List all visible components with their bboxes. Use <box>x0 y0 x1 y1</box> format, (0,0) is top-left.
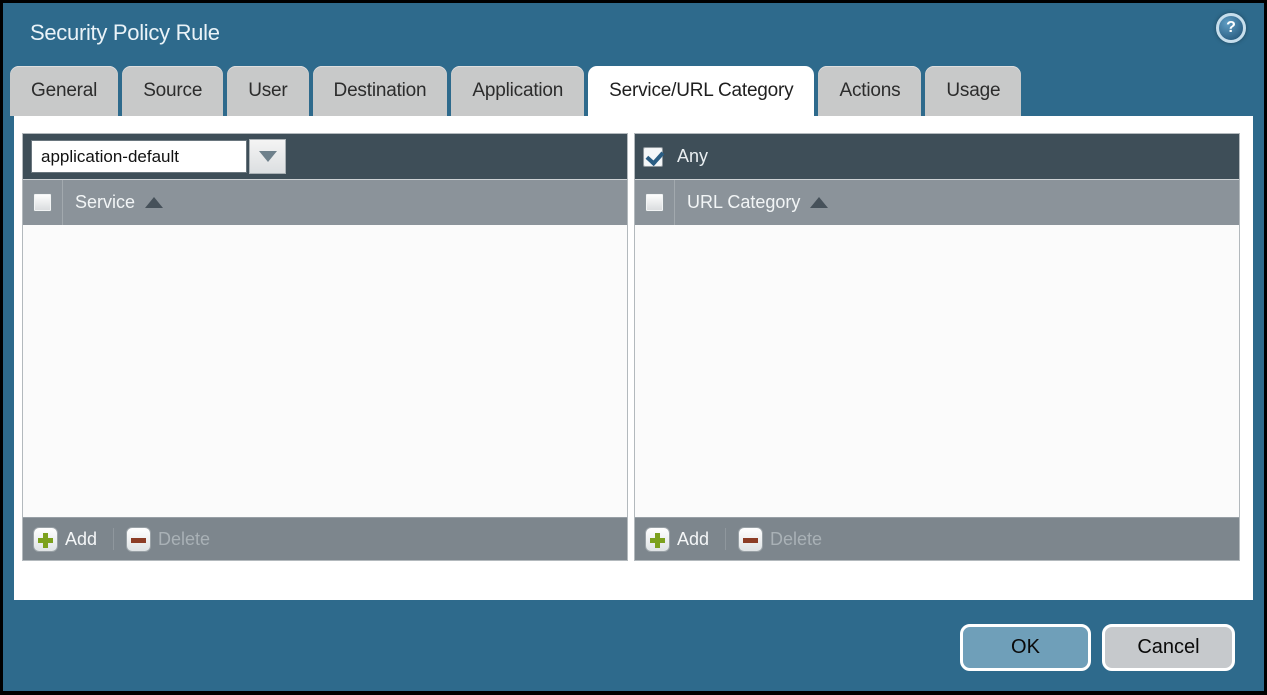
dialog-title: Security Policy Rule <box>30 3 220 63</box>
footer-separator <box>113 528 114 550</box>
service-panel: application-default Service <box>22 133 628 561</box>
service-type-dropdown[interactable]: application-default <box>31 139 286 174</box>
titlebar: Security Policy Rule ? <box>3 3 1264 65</box>
sort-asc-icon <box>145 197 163 208</box>
ok-button[interactable]: OK <box>960 624 1091 671</box>
tab-content-area: application-default Service <box>14 116 1253 600</box>
add-label: Add <box>65 529 97 550</box>
service-select-all-cell <box>23 180 63 225</box>
delete-icon <box>738 527 763 552</box>
delete-label: Delete <box>158 529 210 550</box>
url-category-add-button[interactable]: Add <box>645 527 709 552</box>
url-category-toolbar: Any <box>635 134 1239 179</box>
url-category-column-label: URL Category <box>687 192 800 213</box>
service-column-header[interactable]: Service <box>75 192 163 213</box>
any-checkbox[interactable] <box>643 147 663 167</box>
url-category-select-all-cell <box>635 180 675 225</box>
tab-application[interactable]: Application <box>451 66 584 116</box>
sort-asc-icon <box>810 197 828 208</box>
service-select-all-checkbox[interactable] <box>33 193 52 212</box>
tab-actions[interactable]: Actions <box>818 66 921 116</box>
dialog-background: Security Policy Rule ? General Source Us… <box>3 3 1264 691</box>
url-category-table-header: URL Category <box>635 179 1239 225</box>
service-footer: Add Delete <box>23 517 627 560</box>
chevron-down-icon <box>259 151 277 162</box>
url-category-table-body <box>635 225 1239 517</box>
service-table-header: Service <box>23 179 627 225</box>
tab-user[interactable]: User <box>227 66 308 116</box>
tab-destination[interactable]: Destination <box>313 66 448 116</box>
add-icon <box>645 527 670 552</box>
any-label: Any <box>677 146 708 167</box>
url-category-footer: Add Delete <box>635 517 1239 560</box>
add-icon <box>33 527 58 552</box>
service-delete-button[interactable]: Delete <box>126 527 210 552</box>
service-column-label: Service <box>75 192 135 213</box>
url-category-column-header[interactable]: URL Category <box>687 192 828 213</box>
security-policy-rule-dialog: Security Policy Rule ? General Source Us… <box>0 0 1267 695</box>
delete-icon <box>126 527 151 552</box>
cancel-button[interactable]: Cancel <box>1102 624 1235 671</box>
add-label: Add <box>677 529 709 550</box>
footer-separator <box>725 528 726 550</box>
service-type-value[interactable]: application-default <box>31 140 247 173</box>
delete-label: Delete <box>770 529 822 550</box>
tab-general[interactable]: General <box>10 66 118 116</box>
tab-service-url-category[interactable]: Service/URL Category <box>588 66 814 116</box>
service-type-dropdown-button[interactable] <box>249 139 286 174</box>
service-table-body <box>23 225 627 517</box>
service-toolbar: application-default <box>23 134 627 179</box>
tab-source[interactable]: Source <box>122 66 223 116</box>
url-category-panel: Any URL Category Add <box>634 133 1240 561</box>
url-category-delete-button[interactable]: Delete <box>738 527 822 552</box>
help-icon[interactable]: ? <box>1216 13 1246 43</box>
service-add-button[interactable]: Add <box>33 527 97 552</box>
url-category-select-all-checkbox[interactable] <box>645 193 664 212</box>
tab-bar: General Source User Destination Applicat… <box>10 66 1021 116</box>
tab-usage[interactable]: Usage <box>925 66 1021 116</box>
